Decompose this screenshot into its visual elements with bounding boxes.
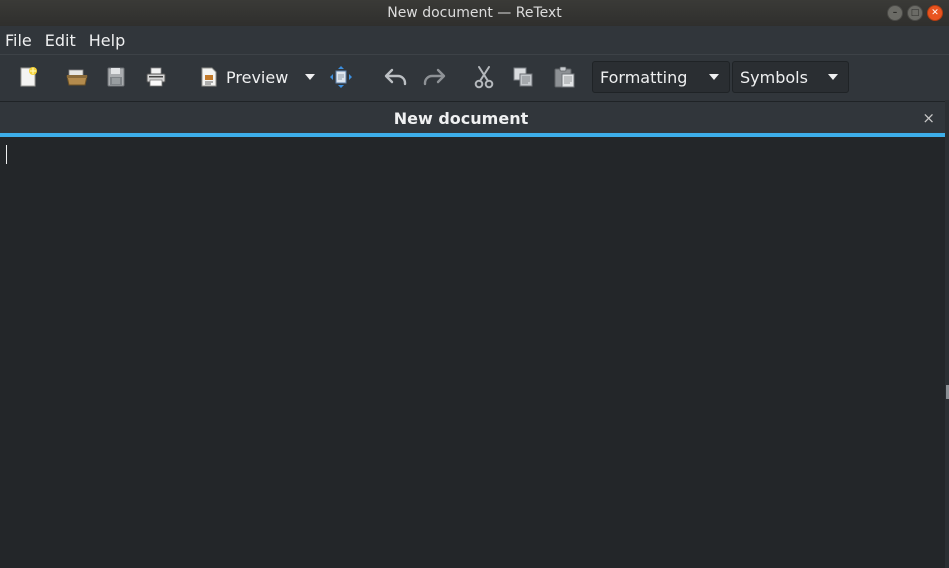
menubar: File Edit Help — [0, 26, 949, 54]
save-icon — [107, 67, 125, 87]
preview-dropdown-button[interactable] — [302, 65, 318, 89]
window-titlebar: New document — ReText – □ ✕ — [0, 0, 949, 26]
cut-button[interactable] — [472, 65, 496, 89]
formatting-value: Formatting — [600, 67, 688, 87]
paste-button[interactable] — [551, 65, 577, 89]
editor-textarea[interactable] — [0, 137, 945, 568]
redo-icon — [423, 68, 446, 86]
new-document-button[interactable] — [16, 65, 40, 89]
preview-icon — [201, 67, 217, 87]
chevron-down-icon — [828, 74, 838, 80]
toolbar: Preview Formatting Symbols — [0, 54, 949, 101]
menu-edit[interactable]: Edit — [40, 31, 81, 50]
copy-icon — [513, 67, 533, 87]
print-icon — [146, 67, 166, 87]
new-document-icon — [20, 67, 37, 87]
document-tab[interactable]: New document × — [0, 101, 945, 134]
preview-button[interactable]: Preview — [199, 65, 294, 89]
symbols-select[interactable]: Symbols — [732, 61, 849, 93]
window-title: New document — ReText — [387, 5, 562, 21]
save-button[interactable] — [104, 65, 128, 89]
preview-label: Preview — [226, 67, 289, 87]
copy-button[interactable] — [511, 65, 535, 89]
close-window-button[interactable]: ✕ — [927, 5, 943, 21]
formatting-select[interactable]: Formatting — [592, 61, 730, 93]
open-folder-icon — [66, 69, 88, 86]
maximize-button[interactable]: □ — [907, 5, 923, 21]
undo-icon — [384, 68, 407, 86]
window-controls: – □ ✕ — [887, 5, 943, 21]
cut-icon — [474, 66, 494, 89]
live-preview-icon — [330, 66, 352, 88]
open-button[interactable] — [64, 65, 90, 89]
tab-title: New document — [393, 109, 529, 128]
minimize-button[interactable]: – — [887, 5, 903, 21]
undo-button[interactable] — [383, 65, 409, 89]
menu-help[interactable]: Help — [84, 31, 130, 50]
print-button[interactable] — [144, 65, 168, 89]
live-preview-button[interactable] — [328, 65, 354, 89]
text-cursor — [6, 145, 7, 164]
chevron-down-icon — [305, 74, 315, 80]
chevron-down-icon — [709, 74, 719, 80]
tab-close-icon[interactable]: × — [922, 109, 935, 127]
window-edge — [945, 100, 949, 568]
menu-file[interactable]: File — [0, 31, 37, 50]
symbols-value: Symbols — [740, 67, 808, 87]
paste-icon — [554, 66, 575, 88]
redo-button[interactable] — [421, 65, 447, 89]
